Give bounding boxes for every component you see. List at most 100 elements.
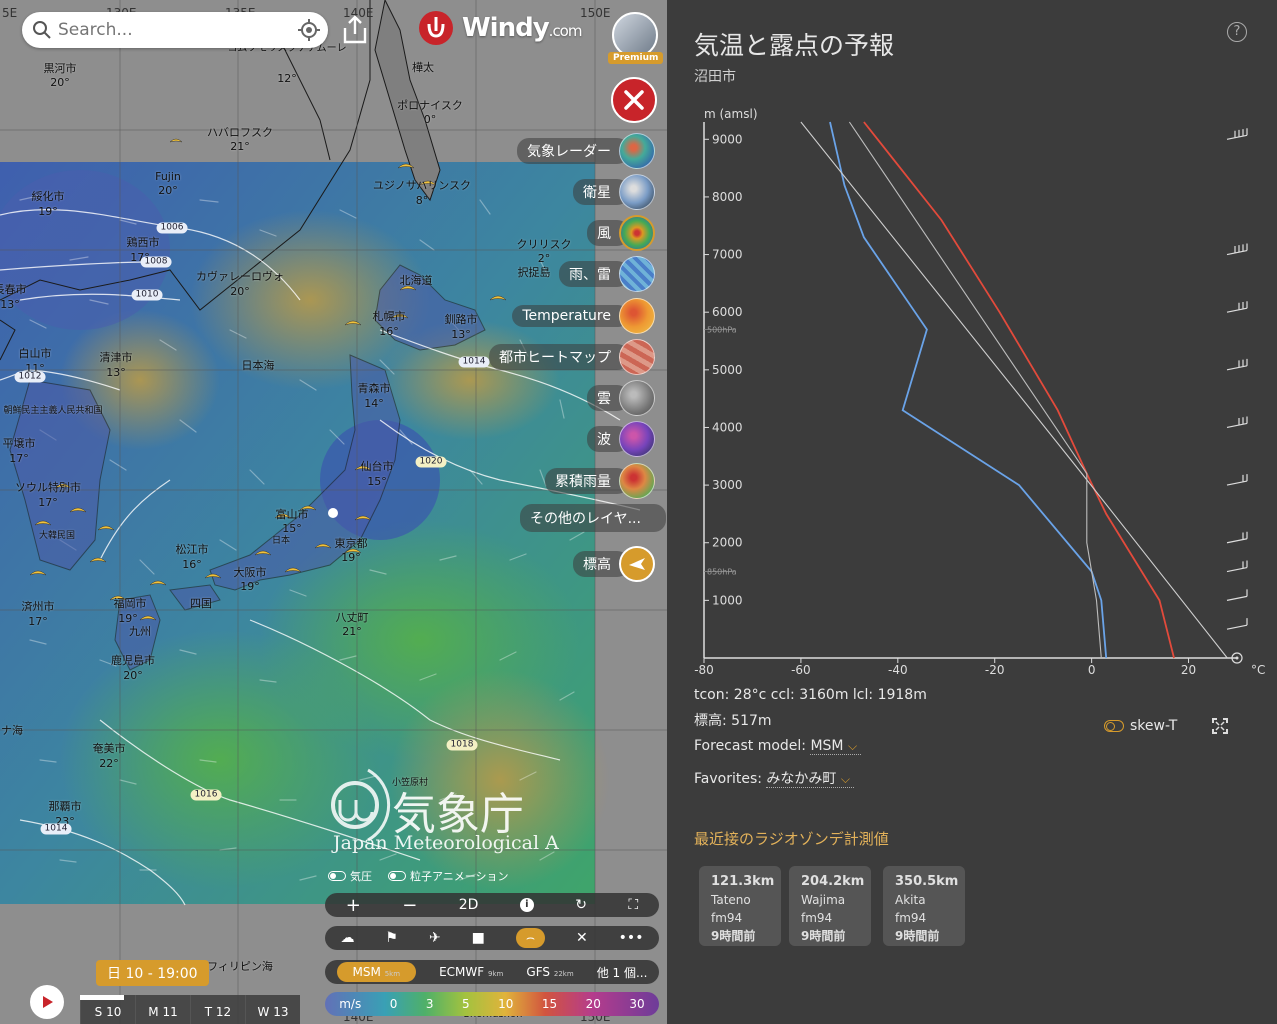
location-icon[interactable]: [298, 19, 320, 41]
city-temp: 17°: [28, 615, 48, 628]
particles-toggle[interactable]: 粒子アニメーション: [388, 868, 509, 884]
radiosonde-name: Akita: [895, 893, 926, 907]
layer-heatmap[interactable]: 都市ヒートマップ: [0, 339, 655, 375]
forecast-model-label: Forecast model:: [694, 738, 806, 754]
wind-barb: [1226, 618, 1248, 630]
sea-label: ナ海: [1, 724, 23, 737]
layer-wind[interactable]: 風: [0, 215, 655, 251]
search-bar[interactable]: [22, 12, 328, 48]
city-label: 那覇市: [48, 800, 82, 813]
wind-scale: m/s 0 3 5 10 15 20 30: [325, 992, 659, 1016]
zoom-out-button[interactable]: −: [402, 895, 417, 916]
search-input[interactable]: [58, 20, 288, 40]
close-button[interactable]: [611, 77, 657, 123]
radiosonde-code: fm94: [711, 911, 743, 925]
scale-value: 5: [461, 997, 470, 1011]
hurricane-icon[interactable]: ↻: [575, 897, 587, 913]
favorites-row: Favorites: みなかみ町 ⌵: [694, 768, 854, 788]
satellite-icon: [619, 174, 655, 210]
sea-label: フィリピン海: [207, 960, 273, 973]
radiosonde-card[interactable]: 121.3km Tateno fm94 9時間前: [699, 866, 781, 946]
layer-waves[interactable]: 波: [0, 421, 655, 457]
webcam-icon[interactable]: ■: [472, 930, 485, 946]
weather-map[interactable]: 5E 130E 135E 140E 150E 140E 150E 黒河市 20°…: [0, 0, 667, 1024]
layer-rain[interactable]: 雨、雷: [0, 256, 655, 292]
forecast-model-select[interactable]: MSM ⌵: [810, 738, 862, 755]
particles-toggle-label: 粒子アニメーション: [410, 870, 509, 883]
scale-value: 3: [425, 997, 434, 1011]
paraglide-icon[interactable]: ⌢: [515, 928, 546, 948]
brand-name: Windy: [462, 13, 550, 43]
layer-clouds[interactable]: 雲: [0, 380, 655, 416]
view-mode-button[interactable]: 2D: [459, 897, 479, 913]
share-icon[interactable]: [340, 14, 370, 46]
day-label[interactable]: T 12: [190, 995, 245, 1024]
day-label[interactable]: M 11: [135, 995, 190, 1024]
skewt-toggle[interactable]: skew-T: [1104, 718, 1177, 734]
windy-logo: Windy.com: [418, 10, 582, 46]
place-label: 九州: [129, 625, 151, 638]
scale-value: 0: [389, 997, 398, 1011]
y-tick-label: 7000: [712, 248, 743, 262]
grid-label-lon: 5E: [2, 6, 18, 20]
place-label: 樺太: [412, 61, 434, 74]
radiosonde-card[interactable]: 350.5km Akita fm94 9時間前: [883, 866, 965, 946]
fullscreen-icon[interactable]: ⛶: [628, 897, 638, 913]
radiosonde-code: fm94: [801, 911, 833, 925]
close-icon[interactable]: ✕: [576, 930, 588, 946]
city-label: 八丈町: [335, 611, 369, 624]
zoom-in-button[interactable]: +: [346, 895, 361, 916]
toggle-switch: [1104, 720, 1124, 732]
x-tick-label: -20: [985, 663, 1005, 677]
panel-title: 気温と露点の予報: [694, 31, 895, 60]
model-option-ecmwf[interactable]: ECMWF 9km: [439, 965, 503, 979]
model-option-more[interactable]: 他 1 個...: [597, 964, 648, 981]
radiosonde-card[interactable]: 204.2km Wajima fm94 9時間前: [789, 866, 871, 946]
layer-satellite[interactable]: 衛星: [0, 174, 655, 210]
wind-barb: [1226, 243, 1248, 256]
clouds-icon: [619, 380, 655, 416]
pressure-toggle-label: 気圧: [350, 870, 372, 883]
radiosonde-name: Wajima: [801, 893, 846, 907]
layer-elevation[interactable]: 標高: [0, 546, 655, 582]
heatmap-icon: [619, 339, 655, 375]
expand-icon[interactable]: [1212, 718, 1228, 734]
timeline-current-date[interactable]: 日 10 - 19:00: [96, 960, 209, 986]
layer-radar[interactable]: 気象レーダー: [0, 133, 655, 169]
wind-barb: [1226, 589, 1248, 601]
elevation-text: 標高: 517m: [694, 713, 772, 729]
sounding-chart[interactable]: m (amsl) °C 1000 2000 3000 4000 5000 6000 7000 80…: [667, 100, 1277, 685]
wind-barb-shape: [1226, 358, 1248, 371]
layer-accumulation[interactable]: 累積雨量: [0, 463, 655, 499]
flag-icon[interactable]: ⚑: [385, 930, 398, 946]
model-option-gfs[interactable]: GFS 22km: [526, 965, 573, 979]
airport-icon[interactable]: ✈: [429, 930, 441, 946]
more-icon[interactable]: •••: [619, 930, 644, 946]
pressure-toggle[interactable]: 気圧: [328, 868, 372, 884]
place-label: 四国: [190, 597, 212, 610]
model-option-msm[interactable]: MSM 5km: [336, 962, 417, 982]
weather-icon[interactable]: ☁: [340, 930, 354, 946]
city-label: 黒河市: [43, 62, 77, 75]
help-icon[interactable]: ?: [1227, 22, 1247, 42]
more-layers-button[interactable]: その他のレイヤ...: [0, 501, 666, 535]
grid-label-lon: 150E: [580, 6, 611, 20]
y-tick-label: 9000: [712, 132, 743, 146]
x-tick-label: -80: [694, 663, 714, 677]
radiosonde-name: Tateno: [711, 893, 751, 907]
scale-unit[interactable]: m/s: [339, 997, 361, 1011]
x-tick-label: -60: [791, 663, 811, 677]
layer-temperature[interactable]: Temperature: [0, 298, 655, 334]
wind-barb: [1226, 128, 1248, 140]
wind-icon: [619, 215, 655, 251]
y-axis-label: m (amsl): [704, 107, 758, 121]
isobar-label: 1016: [190, 789, 222, 801]
info-icon[interactable]: i: [519, 898, 534, 912]
timeline-days[interactable]: S 10 M 11 T 12 W 13: [80, 995, 300, 1024]
sounding-line-0: [863, 121, 1175, 659]
city-label: 鹿児島市: [111, 654, 155, 667]
favorites-select[interactable]: みなかみ町 ⌵: [766, 771, 854, 788]
play-button[interactable]: [30, 985, 64, 1019]
day-label[interactable]: W 13: [245, 995, 300, 1024]
favorites-label: Favorites:: [694, 771, 762, 787]
